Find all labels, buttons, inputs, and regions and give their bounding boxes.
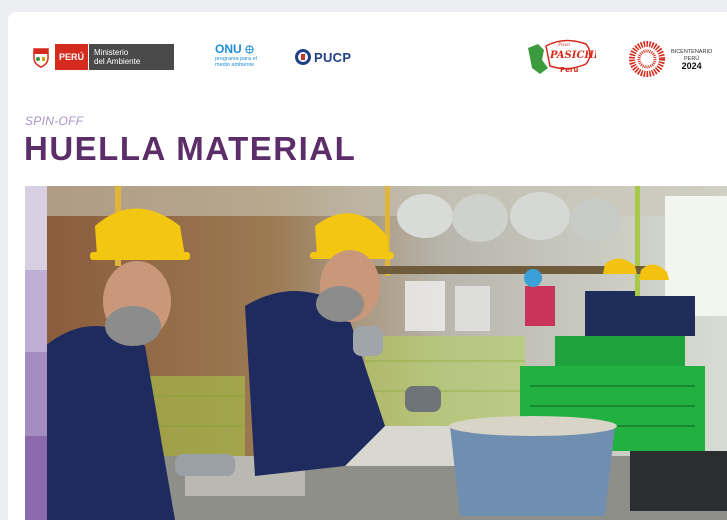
page-canvas: PERÚ Ministerio del Ambiente ONU program…	[8, 12, 727, 520]
bicentenario-ring-icon	[629, 41, 665, 77]
pucp-name: PUCP	[314, 49, 352, 65]
pasiche-line3: Perú	[560, 66, 578, 74]
workshop-photo	[25, 186, 727, 520]
bicentenario-logo: BICENTENARIO PERÚ 2024	[627, 39, 712, 79]
logo-bar: PERÚ Ministerio del Ambiente ONU program…	[8, 12, 727, 102]
onu-name: ONU	[215, 42, 242, 56]
stripe-segment	[25, 436, 47, 520]
stripe-segment	[25, 352, 47, 436]
bicentenario-line1: BICENTENARIO	[671, 48, 713, 55]
workshop-photo-illustration	[25, 186, 727, 520]
pucp-seal-icon	[295, 49, 311, 65]
stripe-segment	[25, 186, 47, 270]
onu-globe-icon	[245, 44, 254, 54]
minam-line2: del Ambiente	[94, 57, 141, 66]
pasiche-line2: PASICHE	[549, 50, 596, 61]
minam-logo: PERÚ Ministerio del Ambiente	[30, 44, 175, 70]
minam-name: Ministerio del Ambiente	[88, 44, 175, 70]
pasiche-line1: Pavo	[557, 42, 570, 48]
minam-country: PERÚ	[55, 44, 89, 70]
pucp-logo: PUCP	[294, 48, 351, 66]
peru-shield-icon	[33, 48, 49, 68]
section-eyebrow: SPIN-OFF	[25, 114, 84, 128]
bicentenario-year: 2024	[681, 60, 702, 71]
stripe-segment	[25, 270, 47, 352]
onu-line2: medio ambiente	[215, 62, 255, 68]
page-title: HUELLA MATERIAL	[24, 130, 357, 167]
minam-line1: Ministerio	[94, 48, 129, 57]
bicentenario-text: BICENTENARIO PERÚ 2024	[671, 48, 713, 71]
onu-logo: ONU programa para el medio ambiente	[215, 42, 277, 68]
pasiche-map-icon: Pavo PASICHE Perú	[528, 39, 596, 74]
